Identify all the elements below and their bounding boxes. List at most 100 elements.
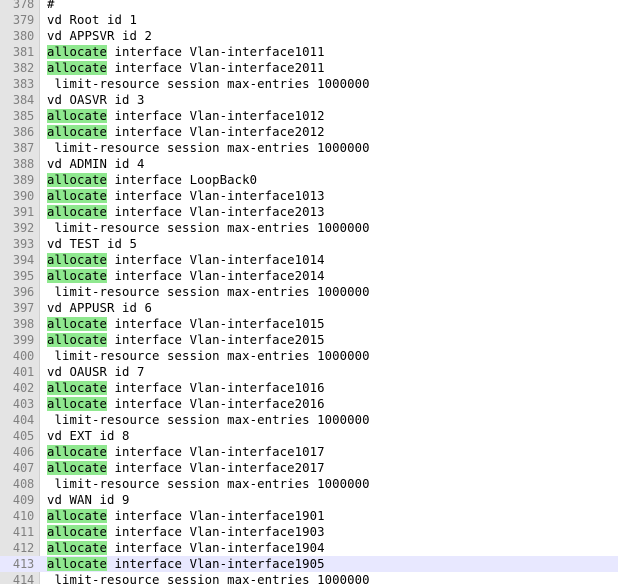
code-line[interactable]: 383 limit-resource session max-entries 1… [0,76,618,92]
code-editor[interactable]: 378 #379 vd Root id 1 380 vd APPSVR id 2 381 a… [0,0,618,588]
line-number: 392 [12,221,34,235]
code-text[interactable]: allocate interface Vlan-interface1012 [47,108,325,124]
code-text[interactable]: limit-resource session max-entries 10000… [47,572,370,588]
search-highlight: allocate [47,125,108,139]
search-highlight: allocate [47,173,108,187]
code-line[interactable]: 389 allocate interface LoopBack0 [0,172,618,188]
code-text[interactable]: vd OASVR id 3 [47,92,145,108]
code-line[interactable]: 386 allocate interface Vlan-interface2012 [0,124,618,140]
search-highlight: allocate [47,381,108,395]
code-text[interactable]: allocate interface Vlan-interface1011 [47,44,325,60]
code-line[interactable]: 379 vd Root id 1 [0,12,618,28]
code-text[interactable]: limit-resource session max-entries 10000… [47,284,370,300]
code-text-rest: vd APPUSR id 6 [47,301,153,315]
code-text[interactable]: allocate interface Vlan-interface1014 [47,252,325,268]
code-text[interactable]: vd Root id 1 [47,12,137,28]
code-text[interactable]: vd APPSVR id 2 [47,28,152,44]
code-text-rest: limit-resource session max-entries 10000… [47,413,370,427]
code-line[interactable]: 387 limit-resource session max-entries 1… [0,140,618,156]
code-text[interactable]: allocate interface Vlan-interface1905 [47,556,325,572]
code-line[interactable]: 408 limit-resource session max-entries 1… [0,476,618,492]
code-line[interactable]: 407 allocate interface Vlan-interface2017 [0,460,618,476]
code-line[interactable]: 395 allocate interface Vlan-interface2014 [0,268,618,284]
code-line[interactable]: 406 allocate interface Vlan-interface1017 [0,444,618,460]
code-text[interactable]: allocate interface Vlan-interface1015 [47,316,325,332]
search-highlight: allocate [47,445,108,459]
code-line[interactable]: 412 allocate interface Vlan-interface1904 [0,540,618,556]
code-line[interactable]: 402 allocate interface Vlan-interface1016 [0,380,618,396]
line-number: 393 [12,237,34,251]
code-text[interactable]: # [47,0,55,12]
line-number: 379 [12,13,34,27]
code-text[interactable]: limit-resource session max-entries 10000… [47,76,370,92]
code-text[interactable]: limit-resource session max-entries 10000… [47,348,370,364]
line-number: 399 [12,333,34,347]
code-text[interactable]: allocate interface Vlan-interface1901 [47,508,325,524]
code-line[interactable]: 410 allocate interface Vlan-interface1901 [0,508,618,524]
code-line[interactable]: 394 allocate interface Vlan-interface1014 [0,252,618,268]
code-text[interactable]: allocate interface Vlan-interface1903 [47,524,325,540]
code-text-rest: interface Vlan-interface1014 [107,253,325,267]
code-line[interactable]: 411 allocate interface Vlan-interface1903 [0,524,618,540]
code-line[interactable]: 381 allocate interface Vlan-interface1011 [0,44,618,60]
line-number: 386 [12,125,34,139]
code-line[interactable]: 393 vd TEST id 5 [0,236,618,252]
code-line[interactable]: 385 allocate interface Vlan-interface1012 [0,108,618,124]
code-text[interactable]: allocate interface Vlan-interface2013 [47,204,325,220]
code-line[interactable]: 397 vd APPUSR id 6 [0,300,618,316]
search-highlight: allocate [47,253,108,267]
code-text[interactable]: vd WAN id 9 [47,492,130,508]
code-text[interactable]: vd EXT id 8 [47,428,130,444]
search-highlight: allocate [47,109,108,123]
code-text-rest: limit-resource session max-entries 10000… [47,285,370,299]
code-text-rest: interface Vlan-interface1904 [107,541,325,555]
code-line[interactable]: 392 limit-resource session max-entries 1… [0,220,618,236]
code-text[interactable]: allocate interface LoopBack0 [47,172,257,188]
code-text[interactable]: vd OAUSR id 7 [47,364,145,380]
code-text[interactable]: limit-resource session max-entries 10000… [47,220,370,236]
code-line[interactable]: 400 limit-resource session max-entries 1… [0,348,618,364]
code-line[interactable]: 403 allocate interface Vlan-interface2016 [0,396,618,412]
search-highlight: allocate [47,509,108,523]
code-line[interactable]: 405 vd EXT id 8 [0,428,618,444]
code-text[interactable]: allocate interface Vlan-interface1013 [47,188,325,204]
code-text[interactable]: limit-resource session max-entries 10000… [47,476,370,492]
code-line[interactable]: 391 allocate interface Vlan-interface2013 [0,204,618,220]
code-text-rest: interface Vlan-interface1011 [107,45,325,59]
code-text-rest: interface Vlan-interface2014 [107,269,325,283]
code-line[interactable]: 398 allocate interface Vlan-interface1015 [0,316,618,332]
code-text[interactable]: limit-resource session max-entries 10000… [47,412,370,428]
line-number: 409 [12,493,34,507]
code-line[interactable]: 401 vd OAUSR id 7 [0,364,618,380]
code-text[interactable]: allocate interface Vlan-interface2016 [47,396,325,412]
current-code-line[interactable]: 413 allocate interface Vlan-interface1905 [0,556,618,572]
code-line[interactable]: 380 vd APPSVR id 2 [0,28,618,44]
code-text[interactable]: vd TEST id 5 [47,236,137,252]
code-text[interactable]: vd APPUSR id 6 [47,300,152,316]
code-line[interactable]: 382 allocate interface Vlan-interface2011 [0,60,618,76]
code-text[interactable]: allocate interface Vlan-interface1017 [47,444,325,460]
code-text[interactable]: allocate interface Vlan-interface1016 [47,380,325,396]
code-line[interactable]: 378 # [0,0,618,12]
code-text[interactable]: allocate interface Vlan-interface2014 [47,268,325,284]
code-text-rest: interface Vlan-interface1013 [107,189,325,203]
code-text[interactable]: limit-resource session max-entries 10000… [47,140,370,156]
code-line[interactable]: 399 allocate interface Vlan-interface2015 [0,332,618,348]
search-highlight: allocate [47,333,108,347]
code-text[interactable]: allocate interface Vlan-interface2017 [47,460,325,476]
code-text[interactable]: allocate interface Vlan-interface2011 [47,60,325,76]
code-line[interactable]: 409 vd WAN id 9 [0,492,618,508]
code-line[interactable]: 396 limit-resource session max-entries 1… [0,284,618,300]
code-text[interactable]: allocate interface Vlan-interface2012 [47,124,325,140]
code-line[interactable]: 414 limit-resource session max-entries 1… [0,572,618,588]
code-text-rest: vd Root id 1 [47,13,138,27]
code-line[interactable]: 384 vd OASVR id 3 [0,92,618,108]
code-line[interactable]: 404 limit-resource session max-entries 1… [0,412,618,428]
code-text[interactable]: allocate interface Vlan-interface2015 [47,332,325,348]
code-text[interactable]: vd ADMIN id 4 [47,156,145,172]
code-line[interactable]: 388 vd ADMIN id 4 [0,156,618,172]
search-highlight: allocate [47,557,108,571]
code-line[interactable]: 390 allocate interface Vlan-interface1013 [0,188,618,204]
code-text[interactable]: allocate interface Vlan-interface1904 [47,540,325,556]
line-number: 394 [12,253,34,267]
